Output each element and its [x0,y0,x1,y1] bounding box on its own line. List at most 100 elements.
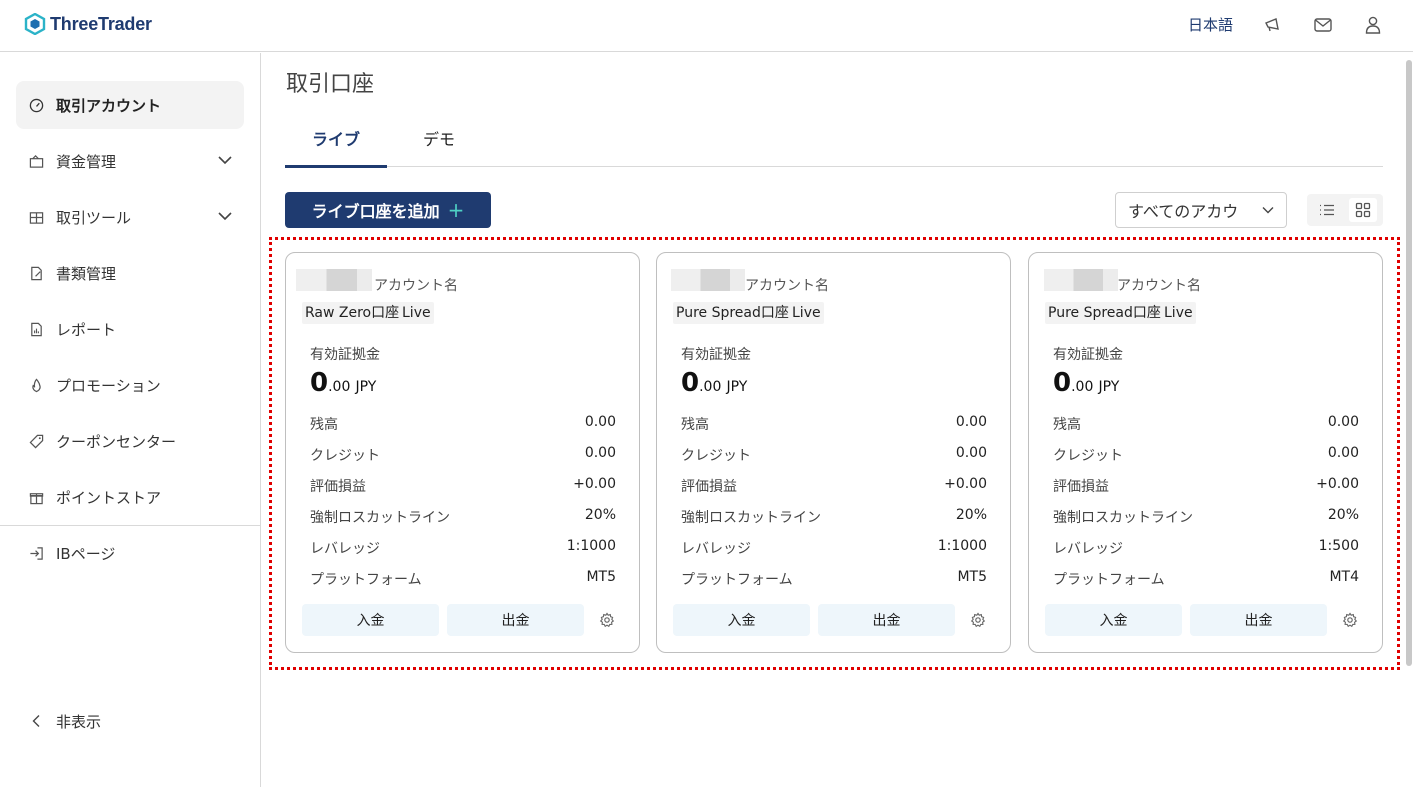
list-view-icon[interactable] [1313,198,1341,222]
tab-live[interactable]: ライブ [285,126,387,168]
status-badge: Live [1161,302,1196,324]
pnl-row: 評価損益 +0.00 [681,476,987,496]
language-selector[interactable]: 日本語 [1188,14,1233,35]
sidebar-item-promotions[interactable]: プロモーション [16,361,244,409]
chevron-down-icon[interactable] [218,211,232,221]
credit-value: 0.00 [955,445,987,461]
pnl-row: 評価損益 +0.00 [1053,476,1359,496]
equity-currency: JPY [1098,379,1120,395]
stopout-row: 強制ロスカットライン 20% [681,507,987,527]
user-icon[interactable] [1363,15,1383,35]
grid-view-icon[interactable] [1349,198,1377,222]
status-badge: Live [789,302,824,324]
leverage-label: レバレッジ [681,541,751,557]
gear-icon[interactable] [970,612,986,628]
withdraw-button[interactable]: 出金 [1190,604,1327,636]
sidebar-item-label: ポイントストア [56,488,162,507]
sidebar-item-funds[interactable]: 資金管理 [16,137,244,185]
stopout-value: 20% [584,507,616,523]
leverage-value: 1:1000 [566,538,616,554]
sidebar-item-label: 取引アカウント [56,96,162,115]
leverage-row: レバレッジ 1:500 [1053,538,1359,558]
wallet-icon [28,153,44,169]
status-badge: Live [399,302,434,324]
equity-integer: 0 [1053,368,1072,398]
account-filter-select[interactable]: すべてのアカウ [1115,192,1287,228]
mail-icon[interactable] [1313,15,1333,35]
sidebar-hide-label: 非表示 [56,712,102,731]
equity-decimal: .00 [328,379,351,395]
sidebar-item-label: 取引ツール [56,208,132,227]
report-icon [28,321,44,337]
sidebar-item-reports[interactable]: レポート [16,305,244,353]
pnl-row: 評価損益 +0.00 [310,476,616,496]
withdraw-button[interactable]: 出金 [818,604,955,636]
platform-value: MT5 [586,569,616,585]
stopout-label: 強制ロスカットライン [681,510,821,526]
deposit-button[interactable]: 入金 [302,604,439,636]
leverage-label: レバレッジ [1053,541,1123,557]
view-toggle [1307,194,1383,226]
platform-row: プラットフォーム MT4 [1053,569,1359,589]
platform-value: MT5 [957,569,987,585]
account-card: アカウント名 Pure Spread口座 Live 有効証拠金 0.00 JPY… [656,252,1011,653]
redacted-account-id [671,269,745,291]
balance-label: 残高 [310,417,338,433]
pnl-label: 評価損益 [1053,479,1109,495]
deposit-button[interactable]: 入金 [673,604,810,636]
balance-row: 残高 0.00 [310,414,616,434]
withdraw-button[interactable]: 出金 [447,604,584,636]
sidebar-item-point-store[interactable]: ポイントストア [16,473,244,521]
credit-label: クレジット [1053,448,1123,464]
tab-demo[interactable]: デモ [423,126,455,166]
redacted-account-id [296,269,372,291]
sidebar-item-label: クーポンセンター [56,432,177,451]
gift-icon [28,489,44,505]
account-card: アカウント名 Pure Spread口座 Live 有効証拠金 0.00 JPY… [1028,252,1383,653]
deposit-button[interactable]: 入金 [1045,604,1182,636]
add-live-account-label: ライブ口座を追加 [311,202,440,221]
equity-label: 有効証拠金 [681,347,751,363]
login-icon [28,545,44,561]
equity-integer: 0 [310,368,329,398]
top-header: ThreeTrader 日本語 [0,0,1413,52]
pnl-label: 評価損益 [681,479,737,495]
brand-logo[interactable]: ThreeTrader [24,13,152,35]
scrollbar[interactable] [1406,60,1412,666]
account-tabs: ライブ デモ [285,112,1383,168]
stopout-value: 20% [955,507,987,523]
chevron-down-icon[interactable] [218,155,232,165]
sidebar-item-trading-tools[interactable]: 取引ツール [16,193,244,241]
balance-label: 残高 [1053,417,1081,433]
logo-icon [24,13,46,35]
sidebar-item-ib-page[interactable]: IBページ [16,529,244,577]
sidebar: 取引アカウント 資金管理 取引ツール 書類管理 レポート プロモーション クーポ… [0,53,261,787]
sidebar-item-coupon-center[interactable]: クーポンセンター [16,417,244,465]
sidebar-hide-toggle[interactable]: 非表示 [16,697,244,745]
account-card: アカウント名 Raw Zero口座 Live 有効証拠金 0.00 JPY 残高… [285,252,640,653]
leverage-row: レバレッジ 1:1000 [681,538,987,558]
plus-icon: + [447,198,465,222]
platform-row: プラットフォーム MT5 [310,569,616,589]
equity-decimal: .00 [1071,379,1094,395]
credit-row: クレジット 0.00 [310,445,616,465]
credit-label: クレジット [310,448,380,464]
account-name-label: アカウント名 [374,278,458,294]
equity-label: 有効証拠金 [1053,347,1123,363]
gear-icon[interactable] [1342,612,1358,628]
gear-icon[interactable] [599,612,615,628]
add-live-account-button[interactable]: ライブ口座を追加 + [285,192,491,228]
pnl-value: +0.00 [944,476,987,492]
sidebar-item-label: 資金管理 [56,152,117,171]
pnl-value: +0.00 [573,476,616,492]
megaphone-icon[interactable] [1263,15,1283,35]
equity-value: 0.00 JPY [681,368,747,398]
credit-label: クレジット [681,448,751,464]
sidebar-item-documents[interactable]: 書類管理 [16,249,244,297]
chevron-left-icon [28,713,44,729]
leverage-value: 1:500 [1318,538,1359,554]
balance-label: 残高 [681,417,709,433]
sidebar-item-trading-accounts[interactable]: 取引アカウント [16,81,244,129]
platform-label: プラットフォーム [1053,572,1165,588]
equity-label: 有効証拠金 [310,347,380,363]
